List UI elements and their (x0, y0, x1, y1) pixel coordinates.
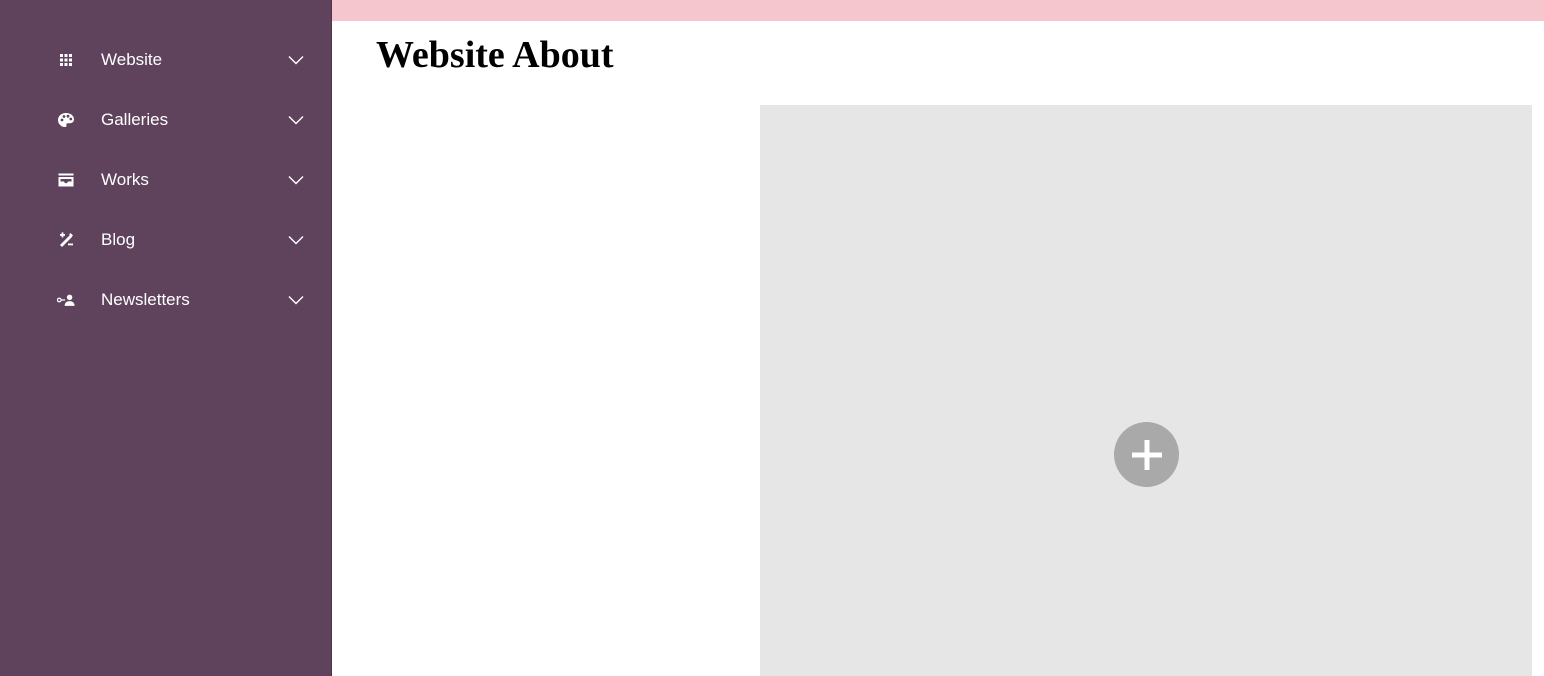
add-image-button[interactable] (1114, 422, 1179, 487)
sidebar: Website Galleries Works Blog Newsletters (0, 0, 332, 676)
sidebar-item-works[interactable]: Works (0, 150, 331, 210)
plus-icon (1131, 439, 1162, 470)
chevron-down-icon[interactable] (288, 115, 304, 125)
sidebar-item-website[interactable]: Website (0, 30, 331, 90)
page-title: Website About (376, 34, 614, 76)
chevron-down-icon[interactable] (288, 295, 304, 305)
chevron-down-icon[interactable] (288, 235, 304, 245)
sidebar-nav: Website Galleries Works Blog Newsletters (0, 30, 331, 330)
sidebar-item-newsletters[interactable]: Newsletters (0, 270, 331, 330)
person-key-icon (57, 291, 75, 309)
sidebar-item-label: Newsletters (101, 290, 190, 309)
sidebar-item-label: Works (101, 170, 149, 189)
image-placeholder (760, 105, 1532, 676)
sidebar-item-label: Blog (101, 230, 136, 249)
chevron-down-icon[interactable] (288, 175, 304, 185)
edit-tools-icon (57, 231, 75, 249)
grid-icon (57, 51, 75, 69)
sidebar-item-blog[interactable]: Blog (0, 210, 331, 270)
sidebar-item-label: Galleries (101, 110, 169, 129)
sidebar-item-label: Website (101, 50, 163, 69)
chevron-down-icon[interactable] (288, 55, 304, 65)
sidebar-item-galleries[interactable]: Galleries (0, 90, 331, 150)
inbox-image-icon (57, 171, 75, 189)
top-bar (332, 0, 1544, 21)
palette-icon (57, 111, 75, 129)
